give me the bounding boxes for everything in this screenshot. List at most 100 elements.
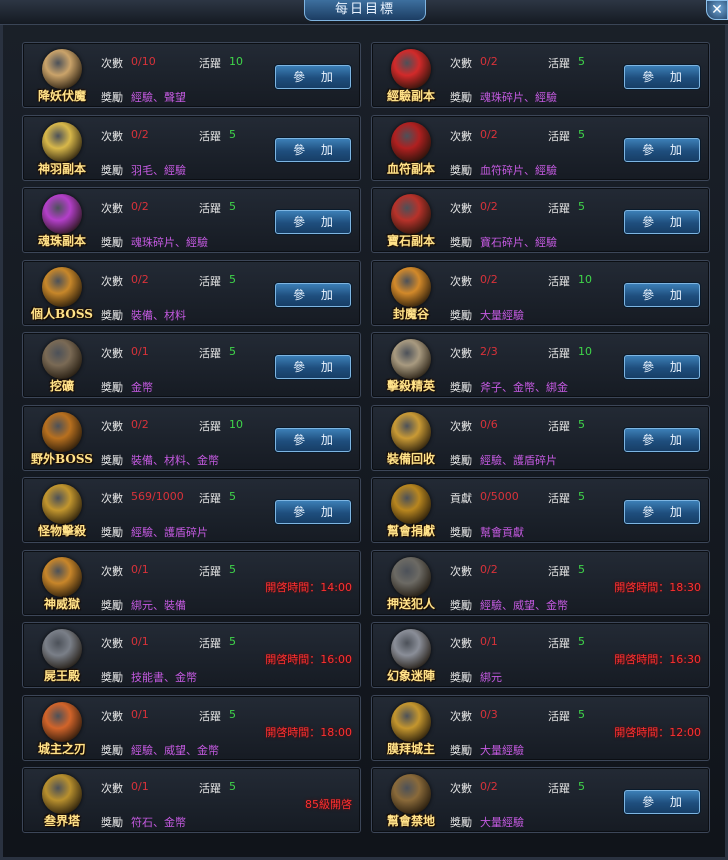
reward-label: 獎勵	[450, 599, 472, 612]
count-label: 次數	[450, 347, 472, 360]
join-button[interactable]: 參 加	[275, 65, 351, 89]
activity-label: 活躍	[548, 57, 570, 70]
task-card: 屍王殿 次數 0/1 活躍 5 獎勵 技能書、金幣 開啓時間：16:00	[22, 622, 361, 688]
reward-label: 獎勵	[450, 236, 472, 249]
activity-value: 10	[578, 345, 592, 358]
activity-value: 10	[229, 418, 243, 431]
count-label: 次數	[450, 57, 472, 70]
open-time-text: 開啓時間：12:00	[614, 726, 701, 739]
join-button[interactable]: 參 加	[624, 355, 700, 379]
flame-blade-icon	[42, 702, 82, 742]
join-button[interactable]: 參 加	[275, 138, 351, 162]
reward-value: 羽毛、經驗	[131, 164, 186, 177]
count-label: 次數	[101, 130, 123, 143]
activity-label: 活躍	[199, 492, 221, 505]
activity-value: 5	[229, 200, 236, 213]
count-label: 次數	[101, 637, 123, 650]
task-name: 城主之刃	[37, 742, 86, 756]
activity-value: 5	[229, 708, 236, 721]
tower-icon	[42, 774, 82, 814]
count-label: 次數	[101, 202, 123, 215]
join-button[interactable]: 參 加	[624, 790, 700, 814]
task-card: 封魔谷 次數 0/2 活躍 10 獎勵 大量經驗 參 加	[371, 260, 710, 326]
shield-icon	[42, 484, 82, 524]
task-card: 押送犯人 次數 0/2 活躍 5 獎勵 經驗、威望、金幣 開啓時間：18:30	[371, 550, 710, 616]
task-icon-wrap: 神羽副本	[29, 122, 95, 178]
join-button[interactable]: 參 加	[275, 500, 351, 524]
task-name: 血符副本	[386, 162, 435, 176]
join-button[interactable]: 參 加	[275, 428, 351, 452]
join-button[interactable]: 參 加	[624, 500, 700, 524]
reward-value: 血符碎片、經驗	[480, 164, 557, 177]
join-button[interactable]: 參 加	[275, 210, 351, 234]
task-icon-wrap: 魂珠副本	[29, 194, 95, 250]
open-time-text: 開啓時間：18:30	[614, 581, 701, 594]
open-time-text: 開啓時間：16:30	[614, 653, 701, 666]
reward-label: 獎勵	[101, 671, 123, 684]
join-button[interactable]: 參 加	[624, 138, 700, 162]
task-card: 幫會禁地 次數 0/2 活躍 5 獎勵 大量經驗 參 加	[371, 767, 710, 833]
activity-label: 活躍	[199, 202, 221, 215]
task-name: 膜拜城主	[386, 742, 435, 756]
count-label: 次數	[101, 782, 123, 795]
count-value: 0/2	[480, 780, 498, 793]
activity-label: 活躍	[199, 130, 221, 143]
task-name: 寶石副本	[386, 234, 435, 248]
task-icon-wrap: 怪物擊殺	[29, 484, 95, 540]
count-value: 0/1	[131, 563, 149, 576]
reward-label: 獎勵	[450, 164, 472, 177]
count-value: 0/2	[480, 55, 498, 68]
activity-value: 5	[578, 55, 585, 68]
task-icon-wrap: 血符副本	[378, 122, 444, 178]
boss-mask-icon	[42, 412, 82, 452]
reward-label: 獎勵	[450, 744, 472, 757]
activity-value: 5	[578, 490, 585, 503]
join-button[interactable]: 參 加	[624, 428, 700, 452]
reward-value: 經驗、護盾碎片	[480, 454, 557, 467]
join-button[interactable]: 參 加	[275, 283, 351, 307]
task-name: 神威獄	[43, 597, 80, 611]
count-label: 次數	[101, 710, 123, 723]
activity-value: 5	[229, 345, 236, 358]
task-icon-wrap: 擊殺精英	[378, 339, 444, 395]
swords-icon	[391, 339, 431, 379]
reward-value: 綁元	[480, 671, 502, 684]
reward-label: 獎勵	[101, 744, 123, 757]
task-card: 擊殺精英 次數 2/3 活躍 10 獎勵 斧子、金幣、綁金 參 加	[371, 332, 710, 398]
task-card: 魂珠副本 次數 0/2 活躍 5 獎勵 魂珠碎片、經驗 參 加	[22, 187, 361, 253]
activity-value: 5	[229, 273, 236, 286]
open-time-text: 開啓時間：16:00	[265, 653, 352, 666]
close-icon[interactable]: ✕	[706, 0, 728, 20]
count-label: 次數	[450, 275, 472, 288]
reward-value: 經驗、威望、金幣	[131, 744, 219, 757]
window-title: 每日目標	[304, 0, 426, 21]
count-label: 次數	[101, 420, 123, 433]
reward-value: 經驗、威望、金幣	[480, 599, 568, 612]
count-label: 次數	[450, 565, 472, 578]
activity-value: 5	[229, 563, 236, 576]
task-card: 挖礦 次數 0/1 活躍 5 獎勵 金幣 參 加	[22, 332, 361, 398]
activity-label: 活躍	[548, 565, 570, 578]
reward-label: 獎勵	[450, 309, 472, 322]
reward-label: 獎勵	[101, 454, 123, 467]
task-name: 魂珠副本	[37, 234, 86, 248]
reward-label: 獎勵	[450, 816, 472, 829]
corpse-king-icon	[42, 629, 82, 669]
join-button[interactable]: 參 加	[624, 283, 700, 307]
feather-icon	[42, 122, 82, 162]
task-name: 裝備回收	[386, 452, 435, 466]
open-time-text: 85級開啓	[305, 798, 352, 811]
prisoner-icon	[391, 557, 431, 597]
reward-value: 經驗、聲望	[131, 91, 186, 104]
join-button[interactable]: 參 加	[275, 355, 351, 379]
count-label: 次數	[101, 347, 123, 360]
reward-value: 寶石碎片、經驗	[480, 236, 557, 249]
reward-label: 獎勵	[450, 671, 472, 684]
join-button[interactable]: 參 加	[624, 210, 700, 234]
reward-label: 獎勵	[101, 91, 123, 104]
activity-value: 5	[578, 635, 585, 648]
activity-value: 5	[229, 490, 236, 503]
task-card: 幻象迷陣 次數 0/1 活躍 5 獎勵 綁元 開啓時間：16:30	[371, 622, 710, 688]
join-button[interactable]: 參 加	[624, 65, 700, 89]
task-icon-wrap: 降妖伏魔	[29, 49, 95, 105]
